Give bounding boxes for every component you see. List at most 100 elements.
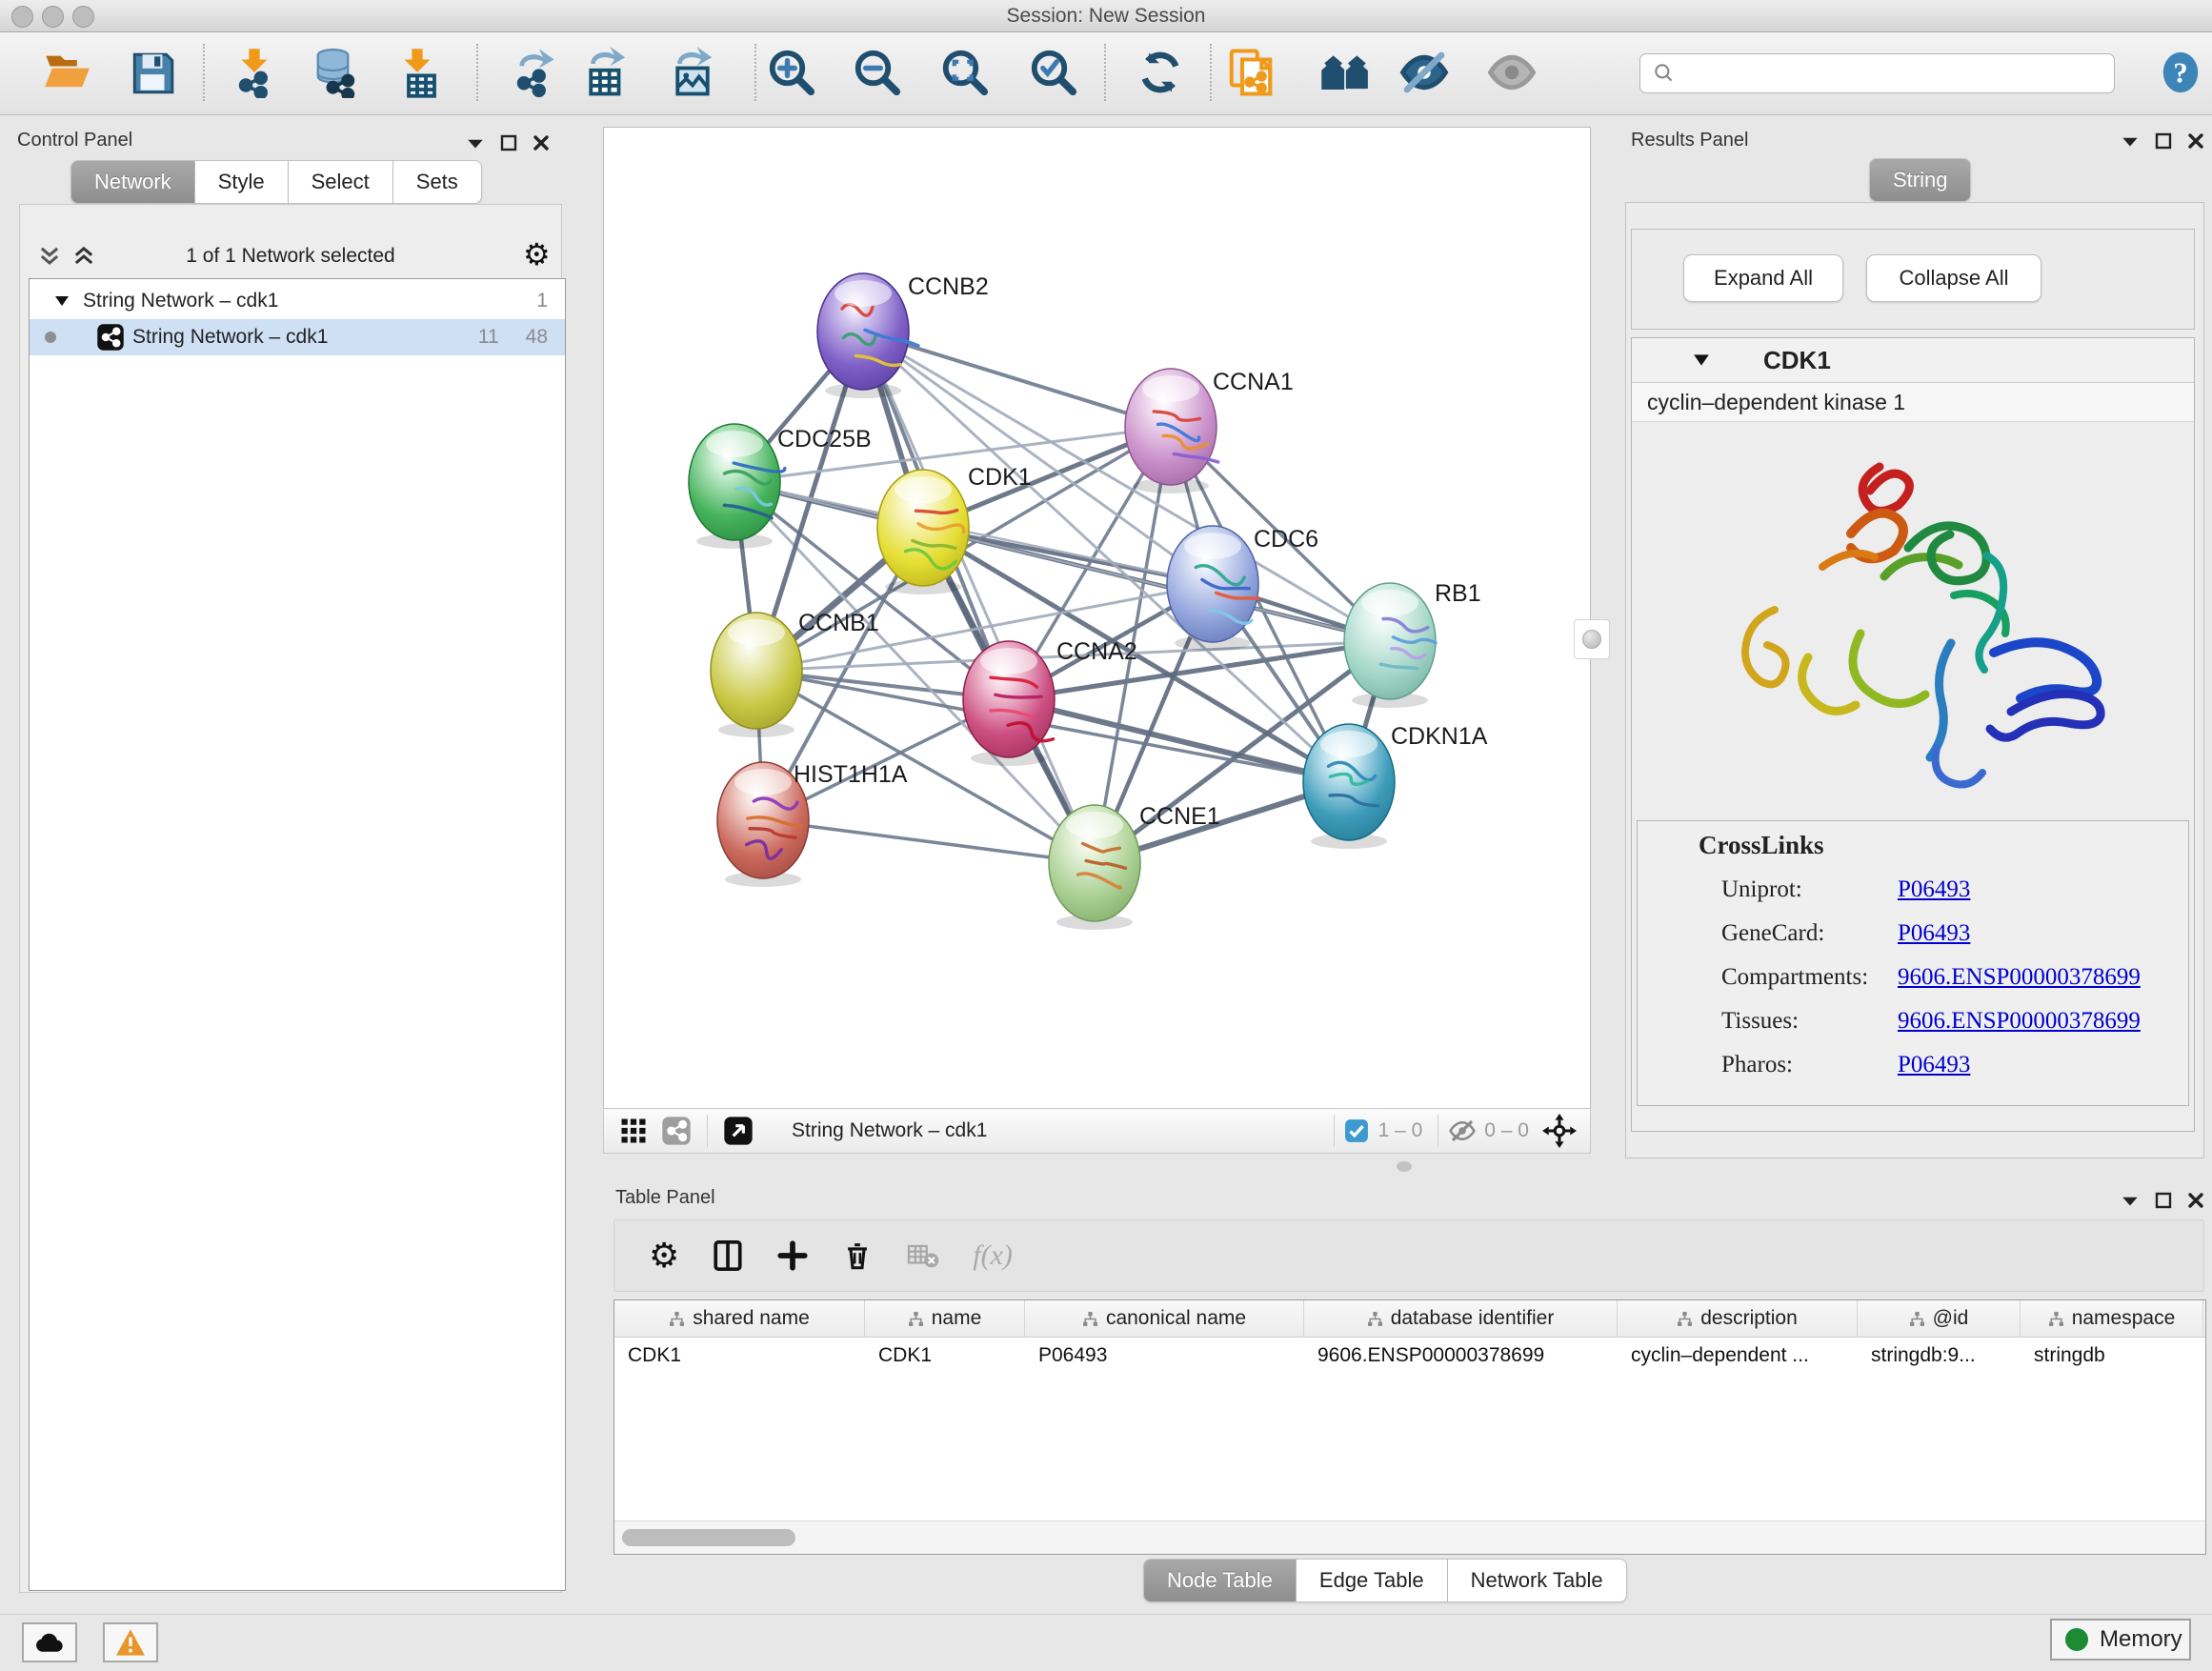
show-columns-icon[interactable] [712,1239,744,1272]
node-label-HIST1H1A: HIST1H1A [794,761,908,788]
protein-section: CDK1 cyclin–dependent kinase 1 [1631,337,2195,1132]
network-node-CCNA2[interactable] [963,641,1055,766]
tab-string[interactable]: String [1869,158,1971,202]
crosslink-link[interactable]: P06493 [1898,1052,1970,1078]
scrollbar-thumb[interactable] [622,1529,795,1546]
column-header-name[interactable]: name [865,1300,1025,1337]
maximize-panel-icon[interactable] [2154,1191,2173,1210]
network-canvas[interactable]: CCNB2CCNA1CDC25BCDK1CDC6RB1CCNB1CCNA2HIS… [603,127,1591,1109]
crosslink-label: GeneCard: [1721,920,1824,946]
node-label-CDC25B: CDC25B [777,426,872,453]
tree-expander-icon[interactable] [54,294,70,308]
import-network-database-icon[interactable] [309,42,366,103]
zoom-in-icon[interactable] [763,42,820,103]
control-panel-gear-icon[interactable]: ⚙ [523,239,551,270]
column-header-@id[interactable]: @id [1858,1300,2021,1337]
tab-network-table[interactable]: Network Table [1448,1559,1627,1602]
network-edge-CCNE1-HIST1H1A[interactable] [763,820,1095,863]
network-node-CCNE1[interactable] [1049,805,1140,930]
table-cell[interactable]: stringdb [2021,1338,2203,1374]
table-row[interactable]: CDK1CDK1P064939606.ENSP00000378699cyclin… [614,1338,2205,1374]
network-node-CCNB1[interactable] [711,613,802,737]
grid-view-icon[interactable] [619,1117,648,1145]
table-cell[interactable]: CDK1 [865,1338,1025,1374]
tab-network[interactable]: Network [70,160,195,204]
network-node-CCNB2[interactable] [817,273,918,398]
network-overview-icon[interactable] [1317,42,1374,103]
maximize-panel-icon[interactable] [499,133,518,152]
column-header-database-identifier[interactable]: database identifier [1304,1300,1618,1337]
table-cell[interactable]: cyclin–dependent ... [1618,1338,1858,1374]
close-panel-icon[interactable] [2186,131,2205,151]
protein-section-header[interactable]: CDK1 [1632,338,2194,383]
import-table-file-icon[interactable] [389,42,446,103]
float-panel-icon[interactable] [2120,132,2141,150]
node-label-CDKN1A: CDKN1A [1391,723,1488,750]
column-header-namespace[interactable]: namespace [2021,1300,2203,1337]
column-header-shared-name[interactable]: shared name [614,1300,865,1337]
save-session-icon[interactable] [124,42,181,103]
cloud-button[interactable] [22,1622,77,1662]
table-cell[interactable]: stringdb:9... [1858,1338,2021,1374]
export-image-icon[interactable] [664,42,721,103]
close-panel-icon[interactable] [532,133,551,152]
crosslink-link[interactable]: P06493 [1898,920,1970,947]
panel-splitter-handle[interactable] [1574,619,1610,659]
float-panel-icon[interactable] [2120,1192,2141,1209]
table-settings-gear-icon[interactable]: ⚙ [649,1238,679,1273]
network-node-CDK1[interactable] [877,470,969,594]
crosslink-row: Tissues:9606.ENSP00000378699 [1721,1008,2169,1035]
zoom-out-icon[interactable] [849,42,906,103]
network-node-CCNA1[interactable] [1125,369,1218,493]
add-column-icon[interactable] [776,1239,809,1272]
zoom-selected-icon[interactable] [1025,42,1082,103]
warnings-button[interactable] [103,1622,158,1662]
crosslink-link[interactable]: 9606.ENSP00000378699 [1898,1008,2141,1035]
maximize-panel-icon[interactable] [2154,131,2173,151]
network-collection-row[interactable]: String Network – cdk1 1 [30,283,565,319]
open-session-icon[interactable] [38,42,95,103]
table-cell[interactable]: CDK1 [614,1338,865,1374]
birds-eye-view-icon[interactable] [1542,1114,1577,1148]
network-view-icon[interactable] [661,1116,692,1146]
export-network-icon[interactable] [504,42,561,103]
tab-select[interactable]: Select [289,160,393,204]
search-input[interactable] [1684,62,2114,86]
help-icon[interactable]: ? [2152,42,2209,103]
column-header-description[interactable]: description [1618,1300,1858,1337]
table-cell[interactable]: 9606.ENSP00000378699 [1304,1338,1618,1374]
tab-sets[interactable]: Sets [393,160,482,204]
network-tree: String Network – cdk1 1 String Network –… [29,278,566,1591]
float-panel-icon[interactable] [465,134,486,151]
table-horizontal-scrollbar[interactable] [614,1520,2205,1554]
section-expander-icon[interactable] [1693,353,1710,367]
network-label: String Network – cdk1 [132,326,328,349]
network-row-selected[interactable]: String Network – cdk1 11 48 [30,319,565,355]
crosslink-link[interactable]: P06493 [1898,876,1970,903]
export-table-icon[interactable] [577,42,634,103]
tab-style[interactable]: Style [195,160,289,204]
close-panel-icon[interactable] [2186,1191,2205,1210]
tab-node-table[interactable]: Node Table [1143,1559,1297,1602]
crosslink-link[interactable]: 9606.ENSP00000378699 [1898,964,2141,991]
delete-column-icon[interactable] [841,1239,874,1272]
network-edge-CCNB2-CCNA1[interactable] [863,332,1171,427]
detach-view-icon[interactable] [723,1116,754,1146]
refresh-icon[interactable] [1132,42,1189,103]
create-network-from-selection-icon[interactable] [1222,42,1279,103]
import-network-file-icon[interactable] [226,42,283,103]
results-panel-window-icons [2120,131,2205,151]
horizontal-splitter-handle[interactable] [1397,1161,1412,1172]
selected-checkbox-icon[interactable] [1344,1118,1369,1143]
network-node-CDKN1A[interactable] [1303,724,1395,849]
table-cell[interactable]: P06493 [1025,1338,1304,1374]
memory-button[interactable]: Memory [2050,1619,2191,1661]
collapse-all-button[interactable]: Collapse All [1866,254,2041,302]
search-field[interactable] [1639,53,2115,93]
tab-edge-table[interactable]: Edge Table [1297,1559,1448,1602]
hide-selected-icon[interactable] [1396,42,1453,103]
zoom-fit-icon[interactable] [936,42,994,103]
column-header-canonical-name[interactable]: canonical name [1025,1300,1304,1337]
expand-all-button[interactable]: Expand All [1683,254,1843,302]
network-node-RB1[interactable] [1344,583,1436,708]
